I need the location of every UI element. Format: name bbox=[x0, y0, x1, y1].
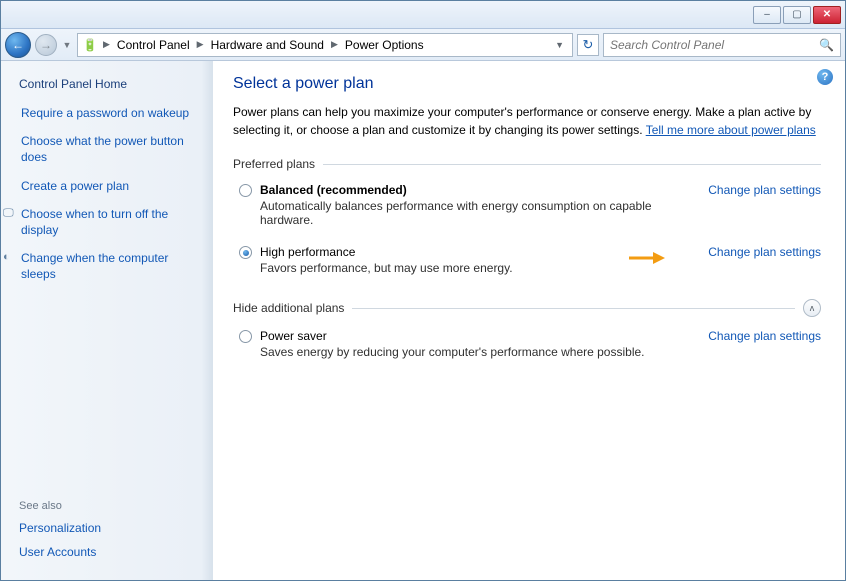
minimize-button[interactable]: – bbox=[753, 6, 781, 24]
main-content: ? Select a power plan Power plans can he… bbox=[213, 61, 845, 580]
sidebar-item-label: Require a password on wakeup bbox=[21, 105, 189, 121]
close-icon: ✕ bbox=[823, 9, 831, 20]
sidebar-item-label: User Accounts bbox=[19, 544, 96, 560]
minimize-icon: – bbox=[764, 9, 770, 20]
plan-desc: Automatically balances performance with … bbox=[260, 199, 698, 227]
sidebar-link-create-plan[interactable]: Create a power plan bbox=[19, 178, 200, 194]
forward-icon: → bbox=[40, 38, 52, 52]
nav-history-dropdown[interactable]: ▼ bbox=[61, 34, 73, 56]
sidebar-item-label: Personalization bbox=[19, 520, 101, 536]
collapse-icon[interactable]: ʌ bbox=[803, 299, 821, 317]
change-plan-settings-high[interactable]: Change plan settings bbox=[708, 245, 821, 259]
section-label: Preferred plans bbox=[233, 157, 315, 171]
sidebar: Control Panel Home Require a password on… bbox=[1, 61, 213, 580]
plan-power-saver[interactable]: Power saver Saves energy by reducing you… bbox=[233, 327, 821, 375]
radio-balanced[interactable] bbox=[239, 184, 252, 197]
help-icon[interactable]: ? bbox=[817, 69, 833, 85]
tell-me-more-link[interactable]: Tell me more about power plans bbox=[646, 123, 816, 137]
address-bar: ← → ▼ 🔋 ▶ Control Panel ▶ Hardware and S… bbox=[1, 29, 845, 61]
breadcrumb-box[interactable]: 🔋 ▶ Control Panel ▶ Hardware and Sound ▶… bbox=[77, 33, 573, 57]
sidebar-link-computer-sleeps[interactable]: ◐Change when the computer sleeps bbox=[19, 250, 200, 282]
blank-icon bbox=[3, 105, 17, 121]
search-input[interactable] bbox=[610, 38, 819, 52]
page-title: Select a power plan bbox=[233, 75, 821, 93]
back-button[interactable]: ← bbox=[5, 32, 31, 58]
sidebar-link-power-button[interactable]: Choose what the power button does bbox=[19, 133, 200, 165]
chevron-right-icon: ▶ bbox=[100, 39, 113, 50]
plan-high-performance[interactable]: High performance Favors performance, but… bbox=[233, 243, 821, 291]
plan-name-label: Power saver bbox=[260, 329, 327, 343]
blank-icon bbox=[3, 133, 17, 165]
breadcrumb-mid[interactable]: Hardware and Sound bbox=[209, 38, 326, 52]
hide-additional-header[interactable]: Hide additional plans ʌ bbox=[233, 299, 821, 317]
sidebar-link-user-accounts[interactable]: User Accounts bbox=[19, 544, 200, 560]
monitor-icon: 🖵 bbox=[3, 206, 17, 238]
radio-power-saver[interactable] bbox=[239, 330, 252, 343]
sidebar-item-label: Choose when to turn off the display bbox=[21, 206, 200, 238]
breadcrumb-root[interactable]: Control Panel bbox=[115, 38, 192, 52]
divider bbox=[352, 308, 795, 309]
sidebar-link-turn-off-display[interactable]: 🖵Choose when to turn off the display bbox=[19, 206, 200, 238]
blank-icon bbox=[3, 178, 17, 194]
breadcrumb-leaf[interactable]: Power Options bbox=[343, 38, 426, 52]
maximize-button[interactable]: ▢ bbox=[783, 6, 811, 24]
chevron-right-icon: ▶ bbox=[328, 39, 341, 50]
chevron-right-icon: ▶ bbox=[194, 39, 207, 50]
plan-desc: Saves energy by reducing your computer's… bbox=[260, 345, 698, 359]
plan-balanced[interactable]: Balanced (recommended) Automatically bal… bbox=[233, 181, 821, 243]
sidebar-link-personalization[interactable]: Personalization bbox=[19, 520, 200, 536]
plan-name-label: Balanced (recommended) bbox=[260, 183, 407, 197]
divider bbox=[323, 164, 821, 165]
change-plan-settings-balanced[interactable]: Change plan settings bbox=[708, 183, 821, 197]
see-also-header: See also bbox=[19, 500, 200, 512]
sidebar-link-password-wakeup[interactable]: Require a password on wakeup bbox=[19, 105, 200, 121]
change-plan-settings-saver[interactable]: Change plan settings bbox=[708, 329, 821, 343]
close-button[interactable]: ✕ bbox=[813, 6, 841, 24]
breadcrumb-dropdown[interactable]: ▼ bbox=[551, 40, 568, 50]
sidebar-item-label: Choose what the power button does bbox=[21, 133, 200, 165]
refresh-icon: ↻ bbox=[583, 37, 594, 53]
intro-text: Power plans can help you maximize your c… bbox=[233, 103, 821, 139]
control-panel-home-link[interactable]: Control Panel Home bbox=[19, 77, 200, 91]
section-label: Hide additional plans bbox=[233, 301, 344, 315]
moon-icon: ◐ bbox=[3, 250, 17, 282]
radio-high-performance[interactable] bbox=[239, 246, 252, 259]
preferred-plans-header: Preferred plans bbox=[233, 157, 821, 171]
power-options-icon: 🔋 bbox=[82, 37, 98, 53]
sidebar-item-label: Change when the computer sleeps bbox=[21, 250, 200, 282]
refresh-button[interactable]: ↻ bbox=[577, 34, 599, 56]
forward-button[interactable]: → bbox=[35, 34, 57, 56]
titlebar: – ▢ ✕ bbox=[1, 1, 845, 29]
annotation-arrow-icon bbox=[629, 251, 665, 265]
search-box[interactable]: 🔍 bbox=[603, 33, 841, 57]
sidebar-item-label: Create a power plan bbox=[21, 178, 129, 194]
search-icon: 🔍 bbox=[819, 38, 834, 52]
maximize-icon: ▢ bbox=[792, 9, 801, 20]
plan-name-label: High performance bbox=[260, 245, 355, 259]
back-icon: ← bbox=[12, 38, 24, 52]
